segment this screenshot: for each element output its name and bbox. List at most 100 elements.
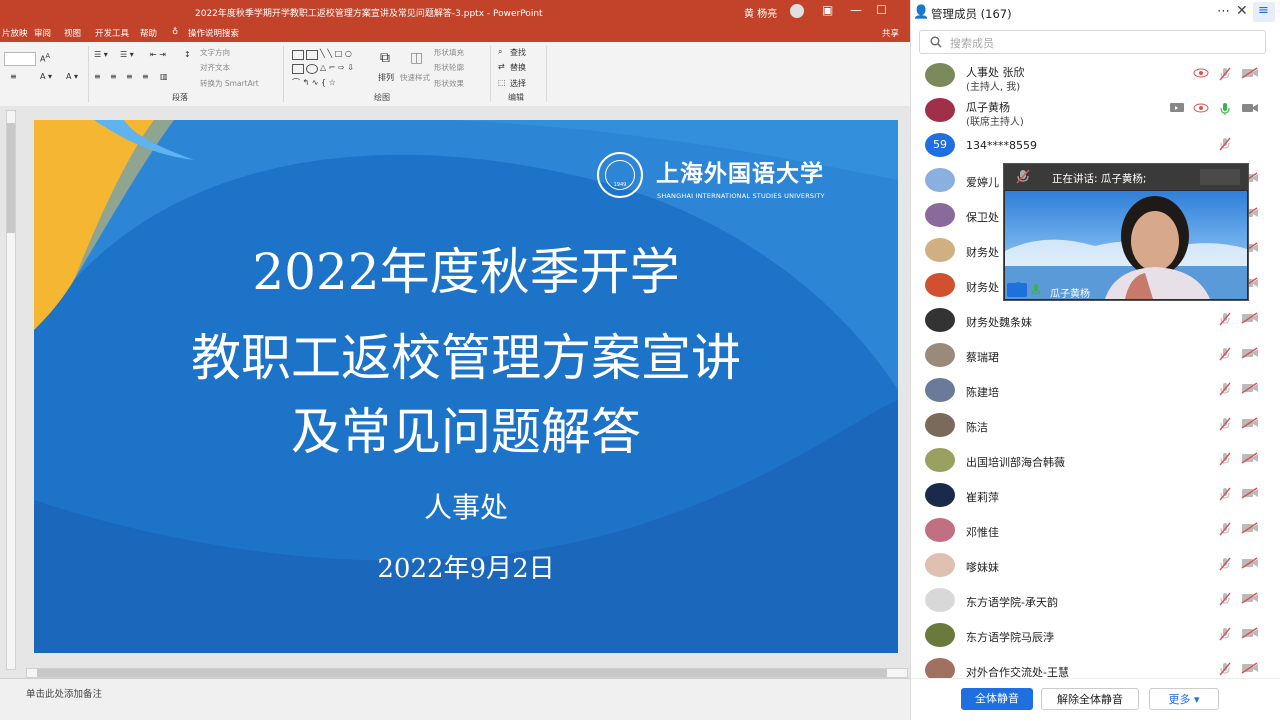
align-text-button[interactable]: 对齐文本 [200, 62, 230, 73]
member-row[interactable]: 邓惟佳 [911, 513, 1280, 548]
member-row[interactable]: 嗲妹妹 [911, 548, 1280, 583]
mic-muted-icon[interactable] [1218, 347, 1234, 361]
notes-placeholder[interactable]: 单击此处添加备注 [26, 686, 102, 700]
mic-muted-icon[interactable] [1016, 169, 1030, 185]
align-left-icon[interactable]: ≡ [94, 72, 101, 81]
member-row[interactable]: 人事处 张欣 (主持人, 我) [911, 58, 1280, 93]
camera-off-icon[interactable] [1241, 452, 1258, 466]
member-row[interactable]: 东方语学院-承天韵 [911, 583, 1280, 618]
member-row[interactable]: 出国培训部海合韩薇 [911, 443, 1280, 478]
mic-muted-icon[interactable] [1218, 627, 1234, 641]
member-row[interactable]: 财务处魏条妹 [911, 303, 1280, 338]
find-button[interactable]: 查找 [510, 47, 526, 58]
member-row[interactable]: 对外合作交流处-王慧 [911, 653, 1280, 678]
select-icon[interactable]: ⬚ [498, 78, 506, 87]
camera-off-icon[interactable] [1241, 312, 1258, 326]
more-options-icon[interactable]: ⋯ [1217, 4, 1230, 19]
find-icon[interactable]: ⌕ [498, 47, 502, 57]
mic-muted-icon[interactable] [1218, 592, 1234, 606]
screen-share-icon[interactable] [1169, 102, 1185, 116]
select-button[interactable]: 选择 [510, 78, 526, 89]
member-row[interactable]: 陈建培 [911, 373, 1280, 408]
mic-muted-icon[interactable] [1218, 662, 1234, 676]
align-center-icon[interactable]: ≡ [110, 72, 117, 81]
tab-slideshow[interactable]: 片放映 [2, 27, 28, 39]
arrange-button[interactable]: 排列 [378, 72, 394, 83]
replace-icon[interactable]: ⇄ [498, 62, 505, 71]
align-right-icon[interactable]: ≡ [126, 72, 133, 81]
mic-muted-icon[interactable] [1218, 312, 1234, 326]
bullets-icon[interactable]: ☰ ▾ [94, 50, 108, 59]
list-view-icon[interactable]: ≡ [1253, 2, 1275, 22]
camera-off-icon[interactable] [1241, 662, 1258, 676]
numbering-icon[interactable]: ☰ ▾ [120, 50, 134, 59]
mic-on-icon[interactable] [1218, 102, 1234, 116]
member-search[interactable]: 搜索成员 [919, 30, 1266, 54]
camera-on-icon[interactable] [1241, 102, 1258, 116]
camera-off-icon[interactable] [1241, 417, 1258, 431]
tab-help[interactable]: 帮助 [140, 27, 157, 39]
justify-icon[interactable]: ≡ [142, 72, 149, 81]
font-size-box[interactable] [4, 52, 36, 66]
shape-effects-button[interactable]: 形状效果 [434, 78, 464, 89]
member-row[interactable]: 崔莉萍 [911, 478, 1280, 513]
mic-muted-icon[interactable] [1218, 382, 1234, 396]
user-name[interactable]: 黄 杨亮 [744, 5, 777, 20]
member-row[interactable]: 瓜子黄杨 (联席主持人) [911, 93, 1280, 128]
member-row[interactable]: 东方语学院马辰浡 [911, 618, 1280, 653]
columns-icon[interactable]: ▥ [160, 72, 168, 81]
indent-icon[interactable]: ⇤ ⇥ [150, 50, 166, 59]
mic-muted-icon[interactable] [1218, 557, 1234, 571]
quick-styles-icon[interactable]: ◫ [410, 50, 423, 66]
font-color-icon[interactable]: A ▾ [40, 72, 52, 81]
arrange-icon[interactable]: ⧉ [380, 50, 390, 66]
tab-view[interactable]: 视图 [64, 27, 81, 39]
mic-muted-icon[interactable] [1218, 487, 1234, 501]
maximize-icon[interactable]: ☐ [876, 3, 887, 17]
tab-review[interactable]: 审阅 [34, 27, 51, 39]
shape-fill-button[interactable]: 形状填充 [434, 47, 464, 58]
char-spacing-icon[interactable]: ≡ [10, 72, 17, 81]
notes-pane[interactable]: 单击此处添加备注 [0, 678, 910, 720]
search-input[interactable]: 搜索成员 [950, 35, 994, 51]
member-row[interactable]: 陈洁 [911, 408, 1280, 443]
speaker-video-window[interactable]: 正在讲话: 瓜子黄杨; 👤 瓜子黄杨 [1003, 163, 1249, 301]
camera-off-icon[interactable] [1241, 347, 1258, 361]
mic-muted-icon[interactable] [1218, 522, 1234, 536]
share-button[interactable]: 共享 [882, 27, 899, 39]
horizontal-scrollbar[interactable] [26, 668, 908, 678]
member-row[interactable]: 59 134****8559 [911, 128, 1280, 163]
ribbon-display-icon[interactable]: ▣ [822, 3, 833, 17]
more-button[interactable]: 更多 ▾ [1149, 688, 1219, 710]
font-size-dropdown[interactable]: A ▾ [66, 72, 78, 81]
mic-muted-icon[interactable] [1218, 452, 1234, 466]
tab-developer[interactable]: 开发工具 [95, 27, 129, 39]
mic-muted-icon[interactable] [1218, 417, 1234, 431]
mic-muted-icon[interactable] [1218, 137, 1234, 151]
recording-icon[interactable] [1193, 67, 1209, 81]
close-icon[interactable]: ✕ [1236, 3, 1248, 19]
camera-off-icon[interactable] [1241, 522, 1258, 536]
quick-styles-button[interactable]: 快速样式 [400, 72, 430, 83]
line-spacing-icon[interactable]: ↕ [184, 50, 191, 59]
shape-outline-button[interactable]: 形状轮廓 [434, 62, 464, 73]
video-controls-icon[interactable] [1200, 169, 1240, 185]
tell-me-search[interactable]: 操作说明搜索 [188, 27, 239, 39]
recording-icon[interactable] [1193, 102, 1209, 116]
camera-off-icon[interactable] [1241, 627, 1258, 641]
member-row[interactable]: 蔡瑞珺 [911, 338, 1280, 373]
unmute-all-button[interactable]: 解除全体静音 [1041, 688, 1139, 710]
replace-button[interactable]: 替换 [510, 62, 526, 73]
slide[interactable]: 1949 上海外国语大学 SHANGHAI INTERNATIONAL STUD… [34, 120, 898, 653]
shapes-gallery[interactable]: ╲ ╲ □ ○ △ ⌐ ⇨ ⇩ ⌒ ↰ ∿ { ☆ [290, 48, 370, 90]
text-direction-button[interactable]: 文字方向 [200, 47, 230, 58]
camera-off-icon[interactable] [1241, 592, 1258, 606]
font-size-up-icon[interactable]: AA [40, 52, 50, 64]
minimize-icon[interactable]: — [850, 3, 862, 17]
camera-off-icon[interactable] [1241, 557, 1258, 571]
mic-muted-icon[interactable] [1218, 67, 1234, 81]
user-avatar[interactable] [790, 4, 804, 18]
camera-off-icon[interactable] [1241, 487, 1258, 501]
vertical-scrollbar[interactable] [6, 110, 16, 670]
camera-off-icon[interactable] [1241, 382, 1258, 396]
